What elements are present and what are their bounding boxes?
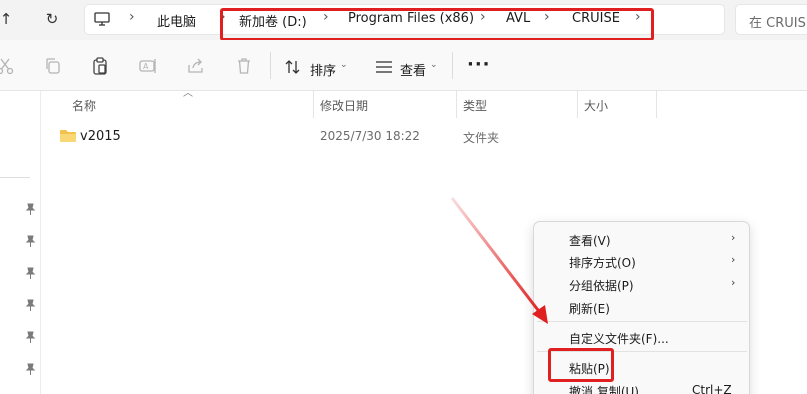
menu-item-view[interactable]: 查看(V) [569, 232, 611, 249]
folder-icon [60, 130, 76, 142]
column-divider[interactable] [313, 91, 314, 118]
menu-shortcut-undo: Ctrl+Z [692, 383, 732, 394]
search-input[interactable]: 在 CRUISE [735, 4, 807, 35]
nav-divider [0, 177, 30, 178]
pin-icon[interactable] [23, 266, 37, 280]
column-header-name[interactable]: 名称 [72, 97, 96, 114]
toolbar-divider [270, 52, 271, 79]
view-icon [376, 61, 392, 73]
menu-item-sort-by[interactable]: 排序方式(O) [569, 254, 636, 271]
breadcrumb-drive-d[interactable]: 新加卷 (D:) [239, 11, 307, 30]
command-toolbar: A 排序 ⌄ 查看 ⌄ ··· [0, 40, 807, 91]
column-header-modified[interactable]: 修改日期 [320, 97, 368, 114]
breadcrumb-separator: › [544, 9, 550, 25]
menu-item-customize-folder[interactable]: 自定义文件夹(F)... [569, 330, 669, 347]
menu-item-paste[interactable]: 粘贴(P) [569, 360, 610, 377]
address-bar[interactable]: › 此电脑 › 新加卷 (D:) › Program Files (x86) ›… [84, 4, 725, 35]
chevron-right-icon: › [731, 253, 736, 266]
breadcrumb-this-pc[interactable]: 此电脑 [157, 11, 196, 30]
chevron-down-icon: ⌄ [340, 60, 348, 70]
breadcrumb-separator: › [323, 9, 329, 25]
computer-icon [94, 12, 110, 26]
sort-button[interactable]: 排序 [310, 60, 336, 79]
column-divider[interactable] [577, 91, 578, 118]
menu-separator [537, 351, 747, 352]
breadcrumb-avl[interactable]: AVL [506, 11, 530, 26]
breadcrumb-separator: › [220, 9, 226, 25]
toolbar-divider [452, 52, 453, 79]
column-header-size[interactable]: 大小 [584, 97, 608, 114]
copy-icon[interactable] [43, 56, 63, 76]
cut-icon[interactable] [0, 56, 15, 76]
pin-icon[interactable] [23, 330, 37, 344]
menu-item-group-by[interactable]: 分组依据(P) [569, 277, 634, 294]
file-name: v2015 [80, 129, 121, 144]
rename-icon[interactable]: A [138, 56, 158, 76]
sort-icon [285, 60, 300, 74]
pin-icon[interactable] [23, 202, 37, 216]
chevron-right-icon: › [731, 231, 736, 244]
file-type: 文件夹 [463, 131, 500, 145]
chevron-right-icon: › [731, 276, 736, 289]
chevron-down-icon: ⌄ [430, 60, 438, 70]
breadcrumb-separator: › [129, 9, 135, 25]
svg-text:A: A [143, 62, 149, 71]
pin-icon[interactable] [23, 362, 37, 376]
menu-item-undo-copy[interactable]: 撤消 复制(U) [569, 383, 639, 394]
delete-icon[interactable] [234, 56, 254, 76]
file-modified: 2025/7/30 18:22 [320, 129, 420, 143]
column-divider[interactable] [456, 91, 457, 118]
sort-ascending-icon: ︿ [183, 88, 193, 99]
context-menu: 查看(V) › 排序方式(O) › 分组依据(P) › 刷新(E) 自定义文件夹… [533, 221, 750, 394]
view-button[interactable]: 查看 [400, 60, 426, 79]
paste-icon[interactable] [90, 56, 110, 76]
pin-icon[interactable] [23, 298, 37, 312]
up-arrow-icon[interactable]: ↑ [0, 8, 18, 30]
address-strip: ↑ ↻ › 此电脑 › 新加卷 (D:) › Program Files (x8… [0, 0, 807, 40]
more-options-button[interactable]: ··· [467, 54, 491, 75]
share-icon[interactable] [186, 56, 206, 76]
menu-item-refresh[interactable]: 刷新(E) [569, 300, 610, 317]
file-row[interactable]: v2015 2025/7/30 18:22 文件夹 [52, 122, 652, 150]
column-header-type[interactable]: 类型 [463, 97, 487, 114]
pin-icon[interactable] [23, 234, 37, 248]
column-divider[interactable] [656, 91, 657, 118]
breadcrumb-separator: › [635, 9, 641, 25]
navigation-pane [0, 91, 41, 394]
breadcrumb-separator: › [480, 9, 486, 25]
breadcrumb-cruise[interactable]: CRUISE [572, 11, 620, 26]
breadcrumb-program-files[interactable]: Program Files (x86) [348, 11, 474, 26]
refresh-icon[interactable]: ↻ [40, 8, 64, 30]
menu-separator [537, 321, 747, 322]
